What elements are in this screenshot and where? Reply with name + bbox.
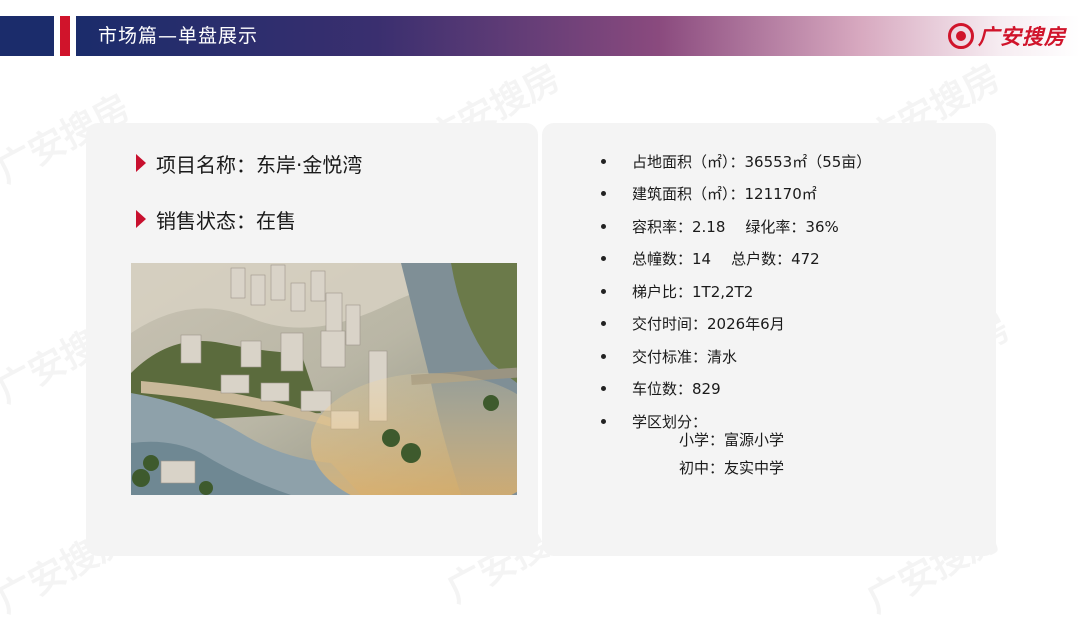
fact-text: 车位数：829 xyxy=(632,380,721,399)
aerial-rendering-illustration xyxy=(131,263,517,495)
fact-text: 建筑面积（㎡）：121170㎡ xyxy=(632,185,817,204)
brand-logo-text: 广安搜房 xyxy=(978,25,1066,49)
fact-parking: 车位数：829 xyxy=(598,373,871,406)
header-bar: 市场篇—单盘展示 广安搜房 xyxy=(0,16,1080,56)
project-name-line: 项目名称：东岸·金悦湾 xyxy=(136,150,363,177)
fact-delivery-standard: 交付标准：清水 xyxy=(598,340,871,373)
project-facts-list: 占地面积（㎡）：36553㎡（55亩） 建筑面积（㎡）：121170㎡ 容积率：… xyxy=(598,145,871,438)
fact-text: 占地面积（㎡）：36553㎡（55亩） xyxy=(632,152,872,171)
sales-status: 销售状态：在售 xyxy=(156,208,296,233)
fact-buildings: 总幢数：14 xyxy=(632,250,712,269)
bullet-icon xyxy=(601,386,606,392)
school-middle: 初中：友实中学 xyxy=(679,459,785,477)
fact-text: 交付时间：2026年6月 xyxy=(632,315,785,334)
fact-ratios: 容积率：2.18 绿化率：36% xyxy=(598,210,871,243)
bullet-icon xyxy=(601,191,606,197)
fang-logo-icon xyxy=(948,23,974,49)
brand-logo: 广安搜房 xyxy=(948,18,1066,54)
fact-counts: 总幢数：14 总户数：472 xyxy=(598,243,871,276)
bullet-icon xyxy=(601,418,606,424)
fact-elevator-ratio: 梯户比：1T2,2T2 xyxy=(598,275,871,308)
page-title: 市场篇—单盘展示 xyxy=(98,25,259,47)
header-accent-red xyxy=(60,16,70,56)
bullet-icon xyxy=(601,321,606,327)
bullet-icon xyxy=(601,223,606,229)
bullet-icon xyxy=(601,353,606,359)
sales-status-line: 销售状态：在售 xyxy=(136,206,296,233)
fact-households: 总户数：472 xyxy=(731,250,820,269)
triangle-marker-icon xyxy=(136,154,146,172)
fact-green-ratio: 绿化率：36% xyxy=(745,217,839,236)
bullet-icon xyxy=(601,158,606,164)
header-accent-navy xyxy=(0,16,54,56)
fact-delivery-time: 交付时间：2026年6月 xyxy=(598,308,871,341)
aerial-rendering-image xyxy=(131,263,517,495)
fact-text: 交付标准：清水 xyxy=(632,347,738,366)
project-name: 项目名称：东岸·金悦湾 xyxy=(156,152,363,177)
fact-land-area: 占地面积（㎡）：36553㎡（55亩） xyxy=(598,145,871,178)
triangle-marker-icon xyxy=(136,210,146,228)
fact-build-area: 建筑面积（㎡）：121170㎡ xyxy=(598,178,871,211)
bullet-icon xyxy=(601,256,606,262)
bullet-icon xyxy=(601,288,606,294)
school-primary: 小学：富源小学 xyxy=(679,431,785,449)
fact-plot-ratio: 容积率：2.18 xyxy=(632,217,726,236)
fact-text: 梯户比：1T2,2T2 xyxy=(632,282,754,301)
